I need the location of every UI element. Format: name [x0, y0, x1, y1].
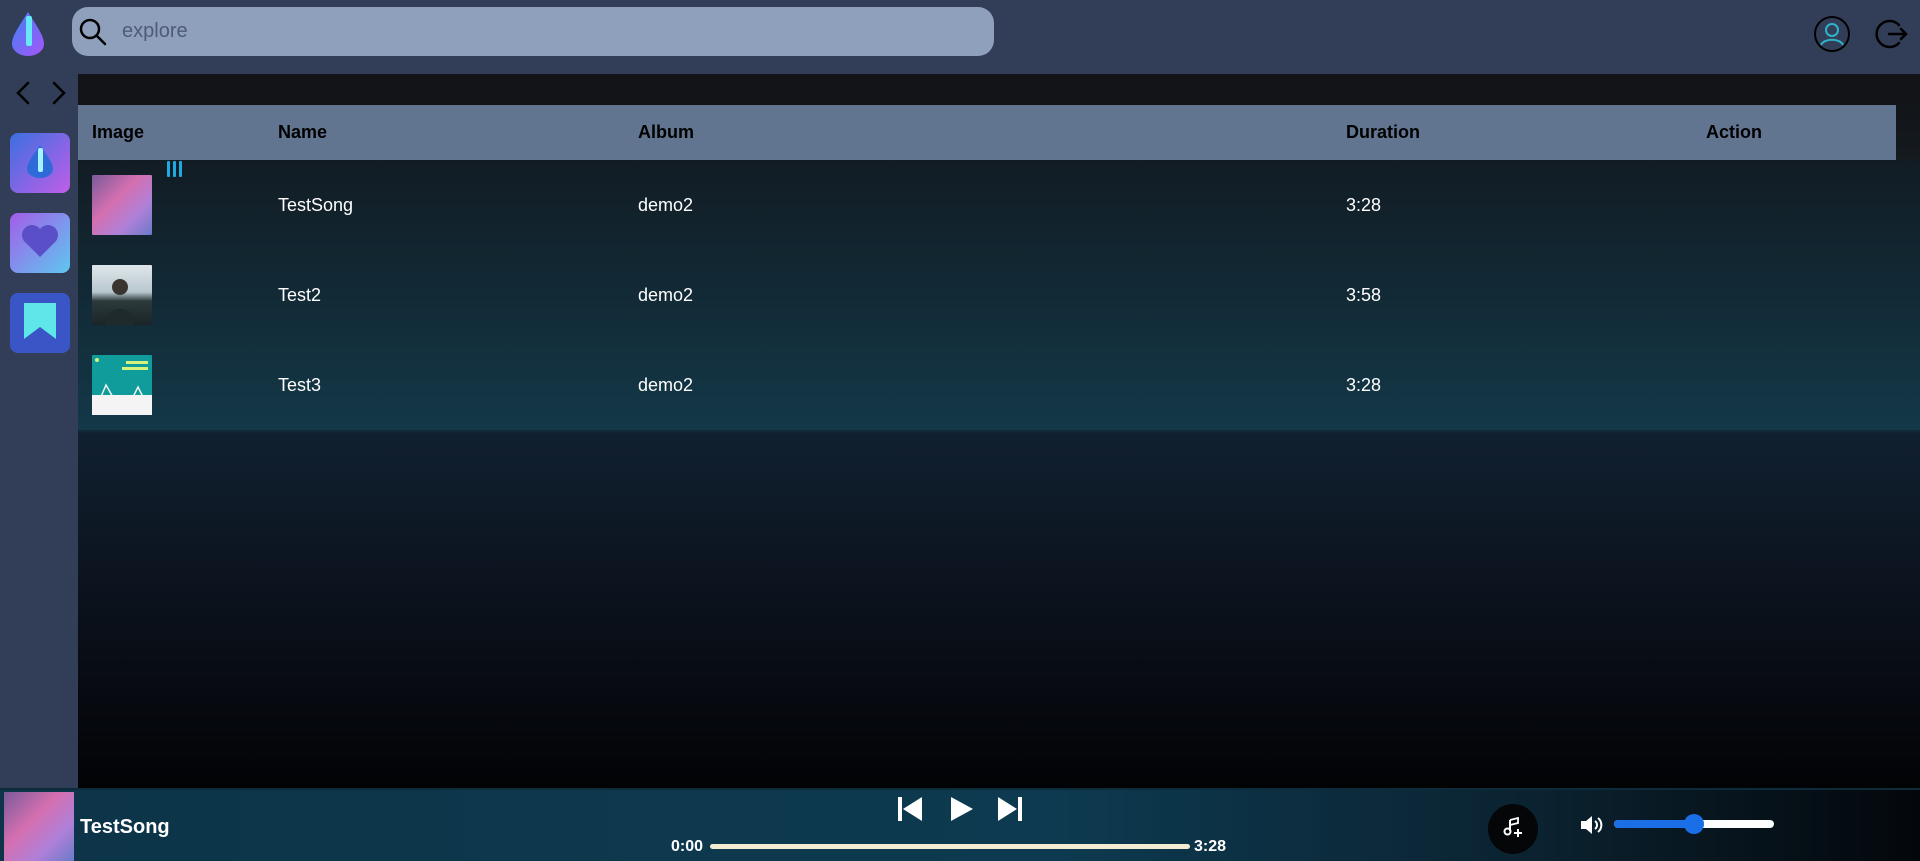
total-time: 3:28: [1194, 838, 1227, 855]
song-image-cell: [78, 160, 264, 250]
song-table: Image Name Album Duration Action TestSon…: [78, 105, 1896, 430]
album-art: [92, 175, 152, 235]
search-input[interactable]: [122, 20, 922, 43]
skip-next-icon[interactable]: [993, 792, 1027, 826]
top-bar: [0, 0, 1920, 74]
main-content: Image Name Album Duration Action TestSon…: [78, 74, 1920, 788]
song-album: demo2: [638, 284, 694, 305]
music-queue-icon: [1502, 816, 1524, 843]
column-header-album: Album: [638, 122, 694, 142]
column-header-duration: Duration: [1346, 122, 1420, 142]
queue-button[interactable]: [1488, 804, 1538, 854]
song-image-cell: [78, 250, 264, 340]
heart-icon: [20, 223, 60, 264]
now-playing-title: TestSong: [80, 816, 170, 838]
album-art: [92, 265, 152, 325]
current-time: 0:00: [671, 838, 704, 855]
song-action: [1692, 340, 1896, 430]
table-header-row: Image Name Album Duration Action: [78, 105, 1896, 160]
song-name[interactable]: Test2: [264, 250, 624, 340]
history-nav: [10, 78, 72, 108]
song-album: demo2: [638, 194, 694, 215]
music-logo-icon[interactable]: [10, 10, 46, 56]
song-image-cell: [78, 340, 264, 430]
song-album: demo2: [638, 374, 694, 395]
volume-level: [1614, 820, 1694, 828]
table-row[interactable]: TestSong demo2 3:28: [78, 160, 1896, 250]
left-sidebar: [0, 74, 78, 788]
table-row[interactable]: Test3 demo2 3:28: [78, 340, 1896, 430]
now-playing-icon: [167, 161, 183, 177]
song-duration: 3:58: [1346, 284, 1382, 305]
chevron-right-icon[interactable]: [46, 78, 72, 108]
home-logo-icon: [25, 143, 55, 184]
now-playing-album-art: [4, 792, 74, 861]
volume-handle[interactable]: [1684, 814, 1704, 834]
user-profile-icon[interactable]: [1812, 14, 1852, 54]
album-art: [92, 355, 152, 415]
search-bar[interactable]: [72, 7, 994, 56]
logout-icon[interactable]: [1872, 14, 1912, 54]
column-header-image: Image: [92, 122, 145, 142]
volume-slider[interactable]: [1614, 814, 1774, 834]
song-name[interactable]: Test3: [264, 340, 624, 430]
search-icon: [76, 15, 110, 49]
main-top-strip: [78, 74, 1920, 106]
chevron-left-icon[interactable]: [10, 78, 36, 108]
song-name[interactable]: TestSong: [264, 160, 624, 250]
progress-bar[interactable]: [710, 844, 1190, 849]
sidebar-saved-button[interactable]: [10, 293, 70, 353]
player-bar: TestSong 0:00 3:28: [0, 788, 1920, 861]
volume-icon[interactable]: [1578, 812, 1604, 838]
table-row[interactable]: Test2 demo2 3:58: [78, 250, 1896, 340]
song-action: [1692, 250, 1896, 340]
song-action: [1692, 160, 1896, 250]
song-duration: 3:28: [1346, 374, 1382, 395]
bookmark-icon: [22, 301, 58, 346]
sidebar-liked-button[interactable]: [10, 213, 70, 273]
column-header-action: Action: [1706, 122, 1762, 142]
play-icon[interactable]: [944, 792, 978, 826]
song-duration: 3:28: [1346, 194, 1382, 215]
skip-previous-icon[interactable]: [893, 792, 927, 826]
sidebar-home-button[interactable]: [10, 133, 70, 193]
column-header-name: Name: [278, 122, 328, 142]
